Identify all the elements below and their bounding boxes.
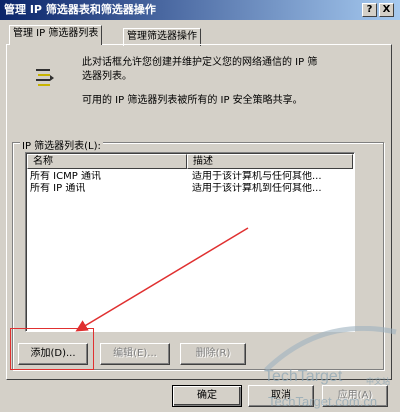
column-header-description[interactable]: 描述 [187,154,353,169]
tab-label: 管理 IP 筛选器列表 [13,28,99,39]
highlight-box [10,328,94,370]
filter-list-icon [36,69,54,86]
dialog-window: 管理 IP 筛选器表和筛选器操作 ? X 管理 IP 筛选器列表 管理筛选器操作… [0,0,400,412]
watermark-swoosh [264,326,397,372]
ok-button[interactable]: 确定 [172,385,242,407]
list-item-name: 所有 ICMP 通讯 [30,171,101,182]
edit-button[interactable]: 编辑(E)... [100,343,170,365]
list-item[interactable]: 所有 ICMP 通讯 适用于该计算机与任何其他... [28,171,354,183]
list-item-description: 适用于该计算机与任何其他... [192,171,322,182]
tab-label: 管理筛选器操作 [127,31,197,42]
watermark-brand: TechTarget [264,368,343,385]
column-header-label: 名称 [33,156,53,167]
watermark-url: TechTarget.com.cn [268,394,378,409]
filter-list-view[interactable]: 名称 描述 所有 ICMP 通讯 适用于该计算机与任何其他... 所有 IP 通… [25,152,355,332]
remove-button[interactable]: 删除(R) [180,343,246,365]
title-bar: 管理 IP 筛选器表和筛选器操作 [0,0,400,20]
watermark-brand-cn: 中文站 [366,377,390,386]
window-title: 管理 IP 筛选器表和筛选器操作 [4,3,156,16]
list-item-description: 适用于该计算机到任何其他... [192,183,322,194]
description-line-1: 此对话框允许您创建并维护定义您的网络通信的 IP 筛 [82,57,318,68]
help-button[interactable]: ? [362,3,377,17]
description-line-3: 可用的 IP 筛选器列表被所有的 IP 安全策略共享。 [82,95,303,106]
close-button[interactable]: X [379,3,394,17]
column-header-name[interactable]: 名称 [27,154,187,169]
list-item-name: 所有 IP 通讯 [30,183,86,194]
filter-list-label: IP 筛选器列表(L): [20,137,103,152]
list-item[interactable]: 所有 IP 通讯 适用于该计算机到任何其他... [28,183,354,195]
description-line-2: 选器列表。 [82,71,132,82]
column-header-label: 描述 [193,156,213,167]
tab-manage-ip-filter-lists[interactable]: 管理 IP 筛选器列表 [9,25,103,45]
